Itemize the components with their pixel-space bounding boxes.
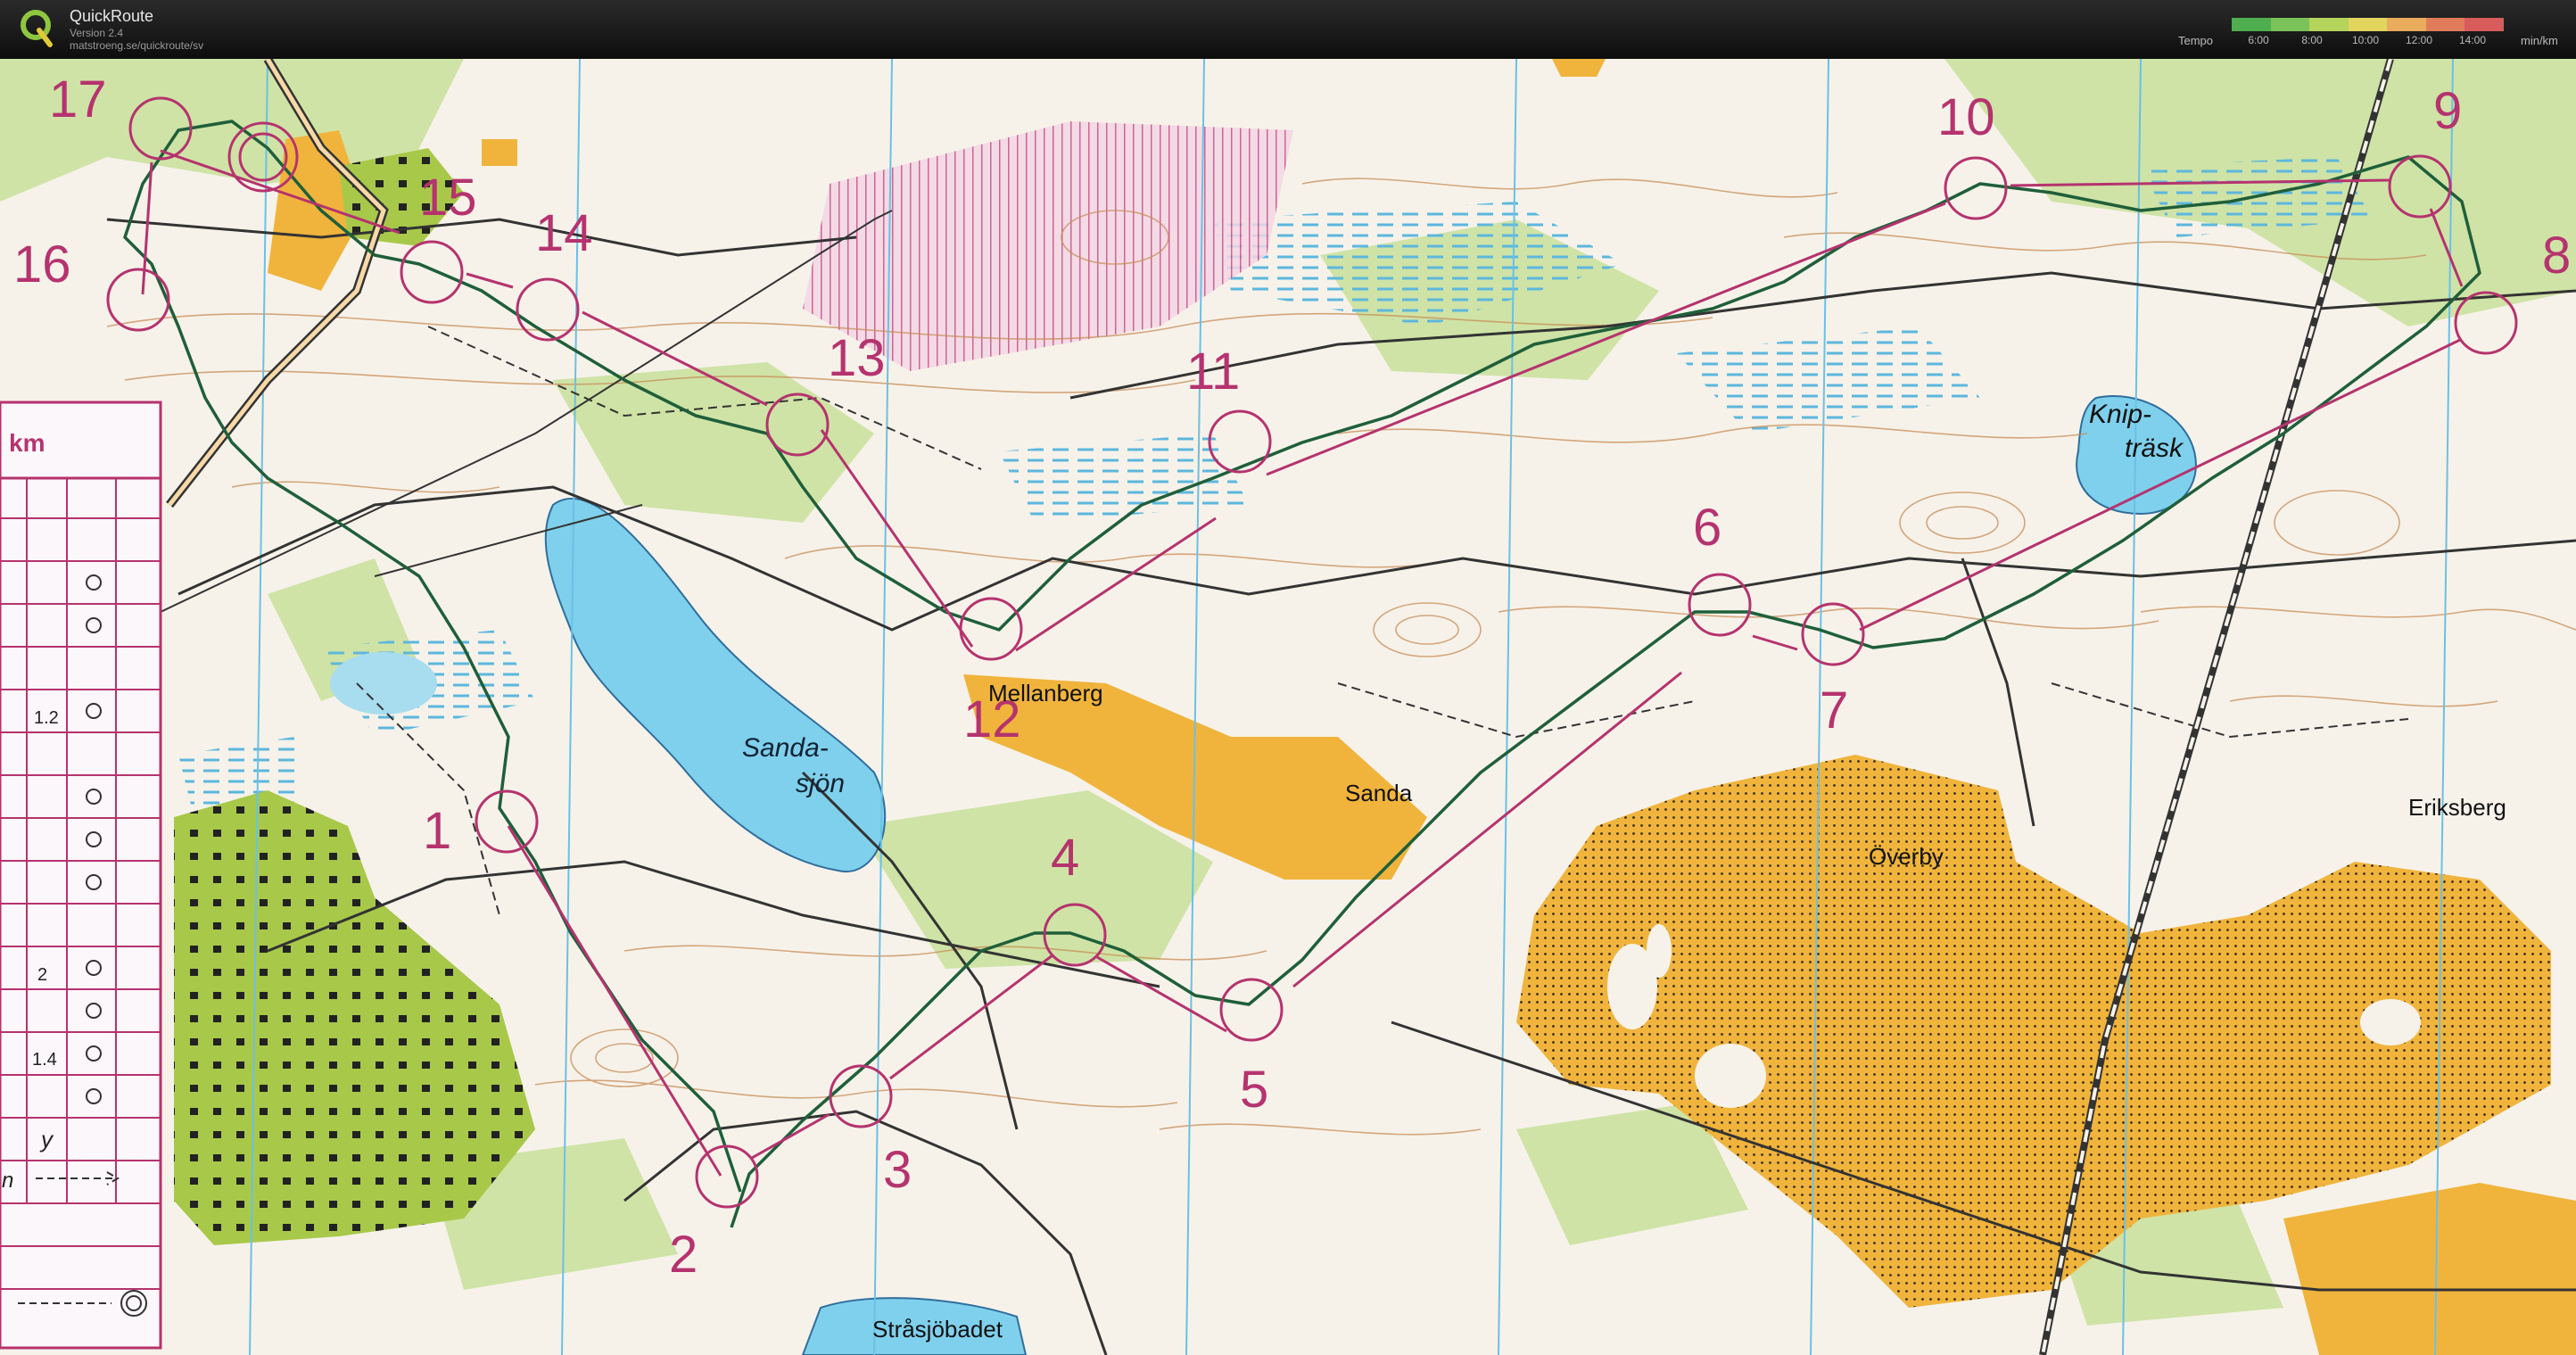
quickroute-logo-icon (21, 10, 53, 47)
tempo-tick: 12:00 (2405, 34, 2433, 46)
app-title: QuickRoute (70, 7, 154, 25)
tempo-tick: 6:00 (2248, 34, 2269, 46)
place-name-stralsjobadet: Stråsjöbadet (872, 1316, 1003, 1343)
control-number: 3 (883, 1141, 912, 1199)
tempo-unit: min/km (2521, 34, 2558, 47)
control-description-sheet: km 1.2 2 1.4 y n (0, 401, 162, 1350)
control-number: 11 (1186, 343, 1240, 401)
tempo-tick: 10:00 (2351, 34, 2380, 46)
control-number: 10 (1937, 88, 1995, 146)
app-url[interactable]: matstroeng.se/quickroute/sv (70, 39, 203, 52)
legend-footer: n (2, 1169, 13, 1193)
tempo-color-scale (2232, 18, 2505, 31)
control-number: 9 (2433, 82, 2462, 140)
place-name-sandasjon: sjön (796, 769, 845, 798)
place-name-kniptrask: Knip- (2089, 400, 2151, 429)
control-number: 13 (828, 329, 886, 387)
tempo-tick: 8:00 (2301, 34, 2323, 46)
place-name-mellanberg: Mellanberg (988, 680, 1103, 706)
control-number: 15 (419, 169, 477, 227)
tempo-band (2309, 18, 2349, 31)
control-number: 4 (1051, 829, 1079, 887)
tempo-band (2270, 18, 2310, 31)
control-number: 17 (49, 70, 107, 128)
orienteering-map[interactable]: 1 2 3 4 5 6 7 8 9 10 11 12 13 14 15 16 1… (0, 59, 2576, 1355)
pond (330, 652, 437, 715)
tempo-band (2348, 18, 2388, 31)
app-version: Version 2.4 (70, 27, 124, 39)
place-name-sanda: Sanda (1345, 780, 1413, 806)
place-name-kniptrask: träsk (2125, 434, 2184, 463)
tempo-band (2465, 18, 2505, 31)
control-number: 6 (1693, 499, 1721, 557)
legend-distance: 2 (37, 965, 47, 985)
control-number: 1 (423, 802, 451, 860)
tempo-band (2387, 18, 2426, 31)
control-number: 8 (2542, 227, 2571, 285)
legend-header-km: km (9, 429, 45, 457)
legend-distance: 1.4 (32, 1050, 57, 1070)
legend-distance: 1.2 (34, 708, 59, 728)
title-bar: QuickRoute Version 2.4 matstroeng.se/qui… (0, 0, 2576, 59)
control-number: 2 (669, 1226, 698, 1284)
control-number: 5 (1240, 1061, 1268, 1119)
control-number: 7 (1820, 682, 1848, 739)
control-number: 14 (535, 204, 593, 262)
tempo-label: Tempo (2178, 34, 2214, 47)
legend-footer: y (39, 1126, 54, 1153)
place-name-overby: Överby (1869, 843, 1944, 870)
tempo-tick: 14:00 (2458, 34, 2487, 46)
tempo-band (2232, 18, 2271, 31)
place-name-eriksberg: Eriksberg (2408, 794, 2506, 821)
tempo-band (2425, 18, 2465, 31)
tempo-ticks: 6:00 8:00 10:00 12:00 14:00 (2232, 34, 2504, 48)
place-name-sandasjon: Sanda- (742, 733, 829, 763)
control-number: 16 (13, 235, 71, 293)
